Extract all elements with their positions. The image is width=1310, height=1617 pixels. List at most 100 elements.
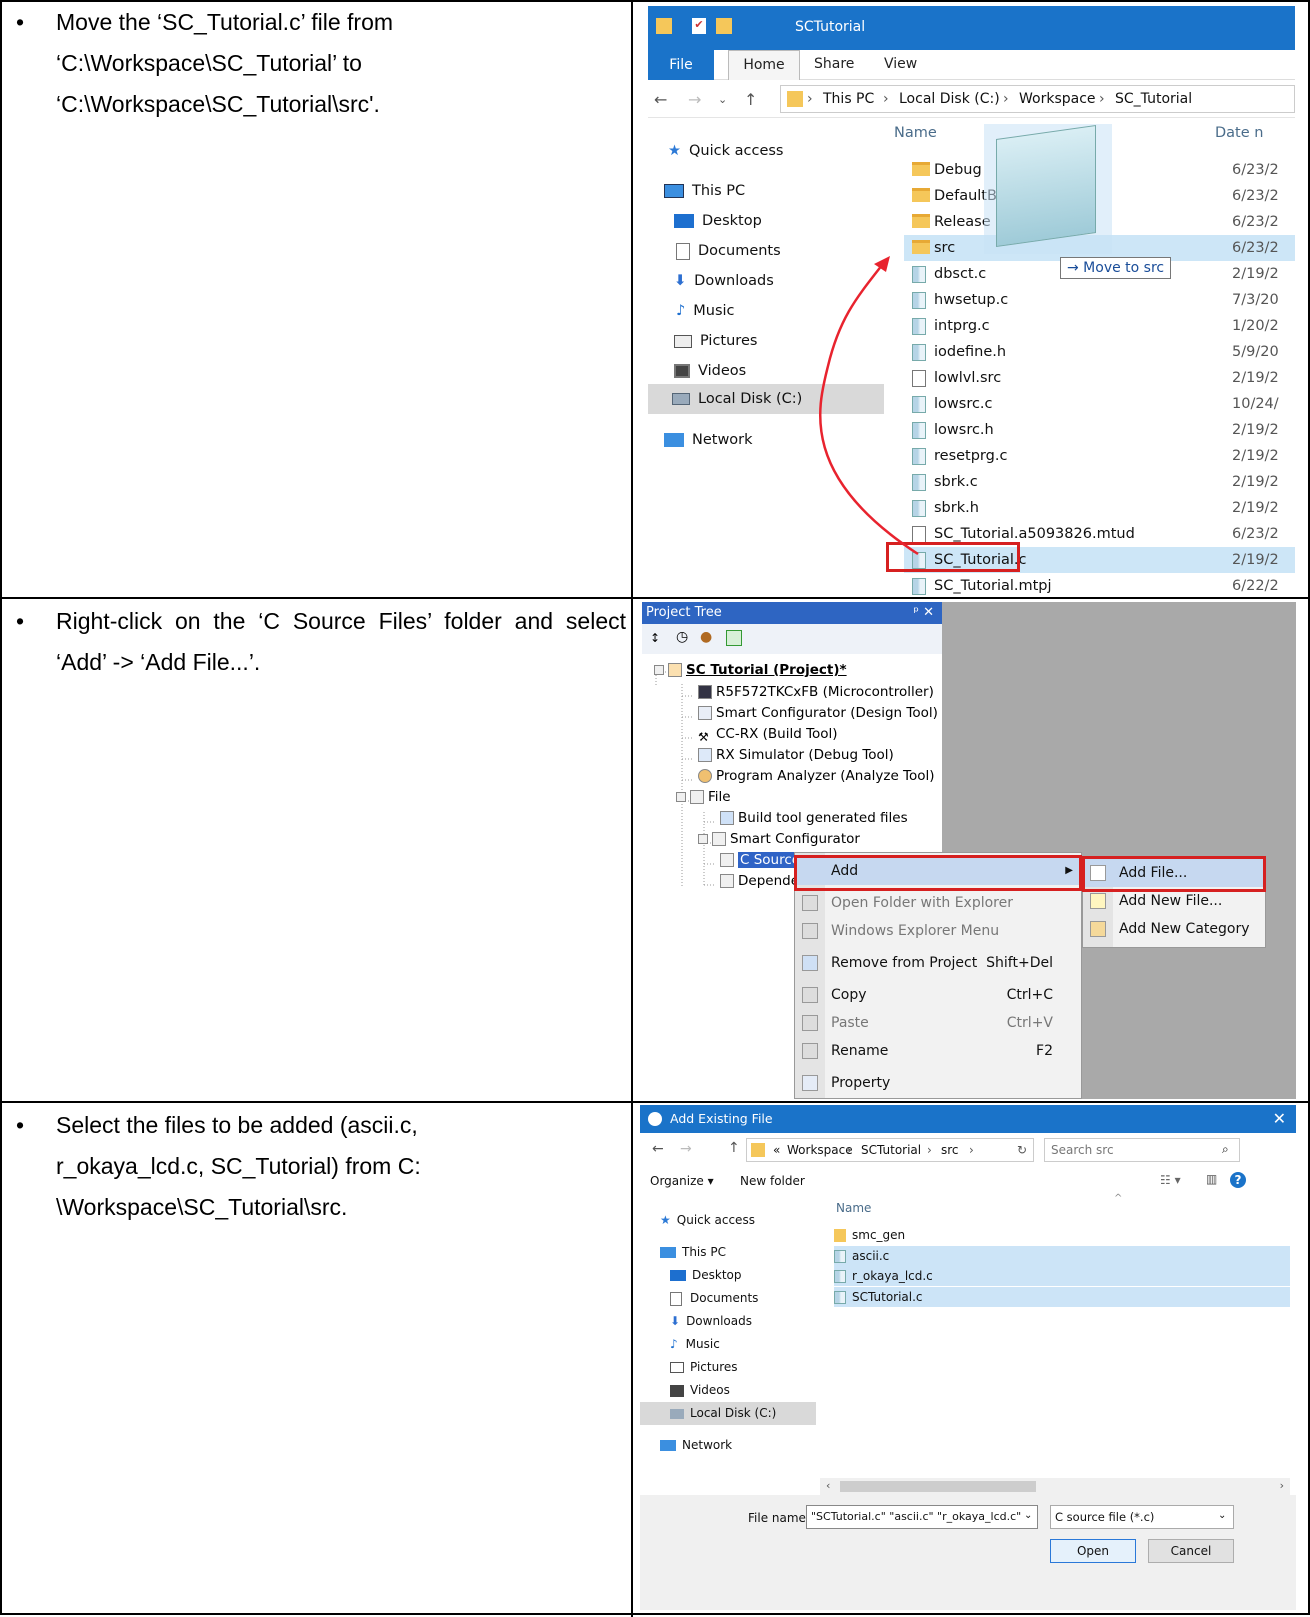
dialog-path[interactable]: « Workspace › SCTutorial › src › ↻: [746, 1138, 1034, 1162]
folder-row[interactable]: smc_gen: [834, 1225, 1290, 1245]
refresh-icon[interactable]: ↻: [1017, 1143, 1027, 1157]
dropdown-chevron-icon[interactable]: ⌄: [1024, 1510, 1032, 1521]
help-icon[interactable]: ?: [1230, 1172, 1246, 1188]
cancel-button[interactable]: Cancel: [1148, 1539, 1234, 1563]
analyzer-icon: [698, 769, 712, 783]
bullet: •: [16, 9, 25, 35]
tree-item-smart-configurator[interactable]: Smart Configurator (Design Tool): [698, 703, 938, 724]
sort-icon[interactable]: ↕: [650, 631, 660, 645]
nav-local-disk[interactable]: Local Disk (C:): [640, 1402, 816, 1425]
preview-pane-icon[interactable]: ▥: [1206, 1172, 1217, 1186]
instruction-text: Select the files to be added (ascii.c, r…: [56, 1112, 421, 1220]
dropdown-chevron-icon[interactable]: ⌄: [1218, 1510, 1226, 1521]
nav-this-pc[interactable]: This PC: [660, 1241, 726, 1264]
menu-item-add-new-category[interactable]: Add New Category: [1083, 915, 1265, 943]
breadcrumb-item[interactable]: Workspace: [787, 1143, 853, 1157]
menu-item-copy[interactable]: Copy Ctrl+C: [795, 981, 1081, 1009]
tree-item-smart-config-folder[interactable]: Smart Configurator: [698, 829, 860, 850]
tree-item-analyze-tool[interactable]: Program Analyzer (Analyze Tool): [698, 766, 935, 787]
clock-icon[interactable]: ◷: [676, 629, 688, 645]
dialog-toolbar: Organize ▾ New folder ☷ ▾ ▥ ?: [640, 1167, 1296, 1195]
tree-item-project[interactable]: SC Tutorial (Project)*: [654, 660, 847, 681]
scroll-thumb[interactable]: [840, 1481, 1036, 1492]
file-icon: [834, 1249, 846, 1263]
nav-pictures[interactable]: Pictures: [670, 1356, 738, 1379]
dialog-navigation-pane: ★ Quick access This PC Desktop Documents …: [640, 1195, 818, 1495]
tree-item-build-files[interactable]: Build tool generated files: [720, 808, 908, 829]
search-icon[interactable]: ⌕: [1222, 1142, 1229, 1157]
pin-close-icon[interactable]: ᵖ ✕: [913, 602, 934, 624]
menu-item-remove[interactable]: Remove from Project Shift+Del: [795, 949, 1081, 977]
dialog-address-bar: ← → ↑ « Workspace › SCTutorial › src › ↻…: [640, 1133, 1296, 1167]
tree-item-debug-tool[interactable]: RX Simulator (Debug Tool): [698, 745, 894, 766]
nav-documents[interactable]: Documents: [670, 1287, 758, 1310]
file-row[interactable]: ascii.c: [834, 1245, 1290, 1266]
file-row[interactable]: SCTutorial.c: [834, 1286, 1290, 1307]
videos-icon: [670, 1384, 684, 1397]
file-name: r_okaya_lcd.c: [852, 1269, 933, 1283]
download-arrow-icon: ⬇: [670, 1314, 681, 1328]
tree-item-build-tool[interactable]: ⚒ CC-RX (Build Tool): [698, 724, 838, 745]
collapse-icon[interactable]: [654, 665, 664, 675]
search-input[interactable]: Search src: [1044, 1138, 1240, 1162]
open-folder-icon: [802, 895, 818, 911]
tree-item-microcontroller[interactable]: R5F572TKCxFB (Microcontroller): [698, 682, 934, 703]
nav-quick-access[interactable]: ★ Quick access: [660, 1209, 755, 1232]
nav-videos[interactable]: Videos: [670, 1379, 730, 1402]
menu-item-property[interactable]: Property: [795, 1069, 1081, 1097]
collapse-icon[interactable]: [676, 792, 686, 802]
back-arrow-icon[interactable]: ←: [652, 1141, 664, 1157]
table-row: • Move the ‘SC_Tutorial.c’ file from ‘C:…: [2, 2, 1308, 599]
nav-music[interactable]: ♪ Music: [670, 1333, 720, 1356]
music-note-icon: ♪: [670, 1337, 678, 1351]
user-icon[interactable]: ●: [700, 629, 712, 645]
menu-item-paste[interactable]: Paste Ctrl+V: [795, 1009, 1081, 1037]
breadcrumb-overflow[interactable]: «: [773, 1143, 780, 1157]
nav-desktop[interactable]: Desktop: [670, 1264, 742, 1287]
file-name: smc_gen: [852, 1228, 906, 1242]
move-arrow: [819, 256, 919, 556]
nav-network[interactable]: Network: [660, 1434, 732, 1457]
breadcrumb-item[interactable]: src: [941, 1143, 959, 1157]
organize-button[interactable]: Organize ▾: [650, 1174, 714, 1188]
expand-icon[interactable]: [698, 834, 708, 844]
scroll-right-icon[interactable]: ›: [1280, 1479, 1284, 1492]
arrow-path: [819, 259, 919, 556]
folder-icon: [712, 832, 726, 846]
up-arrow-icon[interactable]: ↑: [728, 1140, 740, 1156]
file-icon: [834, 1290, 846, 1304]
horizontal-scrollbar[interactable]: ‹ ›: [820, 1478, 1290, 1495]
menu-item-explorer-menu[interactable]: Windows Explorer Menu: [795, 917, 1081, 945]
project-tree-screenshot: Project Tree ᵖ ✕ ↕ ◷ ● SC Tutorial (Proj…: [642, 602, 1296, 1099]
star-icon: ★: [660, 1213, 671, 1227]
menu-item-open-folder[interactable]: Open Folder with Explorer: [795, 889, 1081, 917]
open-file-dialog: Add Existing File ✕ ← → ↑ « Workspace › …: [640, 1105, 1296, 1610]
breadcrumb-item[interactable]: SCTutorial: [861, 1143, 921, 1157]
debug-icon: [698, 748, 712, 762]
add-category-icon: [1090, 921, 1106, 937]
refresh-icon[interactable]: [726, 630, 742, 646]
scroll-left-icon[interactable]: ‹: [826, 1479, 830, 1492]
highlight-box: [794, 855, 1082, 891]
open-button[interactable]: Open: [1050, 1539, 1136, 1563]
instruction-cell: • Select the files to be added (ascii.c,…: [16, 1105, 626, 1228]
file-row[interactable]: r_okaya_lcd.c: [834, 1266, 1290, 1286]
property-icon: [802, 1075, 818, 1091]
dialog-file-list: Name ^ smc_gen ascii.c r_okaya_lcd.c SCTuto…: [820, 1193, 1290, 1475]
forward-arrow-icon[interactable]: →: [680, 1141, 692, 1157]
table-row: • Right-click on the ‘C Source Files’ fo…: [2, 599, 1308, 1103]
file-name-input[interactable]: "SCTutorial.c" "ascii.c" "r_okaya_lcd.c": [806, 1505, 1038, 1529]
instruction-text: Right-click on the ‘C Source Files’ fold…: [56, 608, 626, 675]
tree-item-file[interactable]: File: [676, 787, 731, 808]
network-icon: [660, 1440, 676, 1451]
menu-item-rename[interactable]: Rename F2: [795, 1037, 1081, 1065]
new-folder-button[interactable]: New folder: [740, 1174, 805, 1188]
instruction-text: Move the ‘SC_Tutorial.c’ file from ‘C:\W…: [56, 9, 394, 117]
column-name[interactable]: Name: [836, 1201, 871, 1215]
view-options-icon[interactable]: ☷ ▾: [1160, 1173, 1181, 1187]
nav-downloads[interactable]: ⬇ Downloads: [670, 1310, 752, 1333]
file-name: SCTutorial.c: [852, 1289, 923, 1304]
file-type-select[interactable]: C source file (*.c): [1050, 1505, 1234, 1529]
bullet: •: [16, 1112, 25, 1138]
close-icon[interactable]: ✕: [1273, 1105, 1286, 1133]
